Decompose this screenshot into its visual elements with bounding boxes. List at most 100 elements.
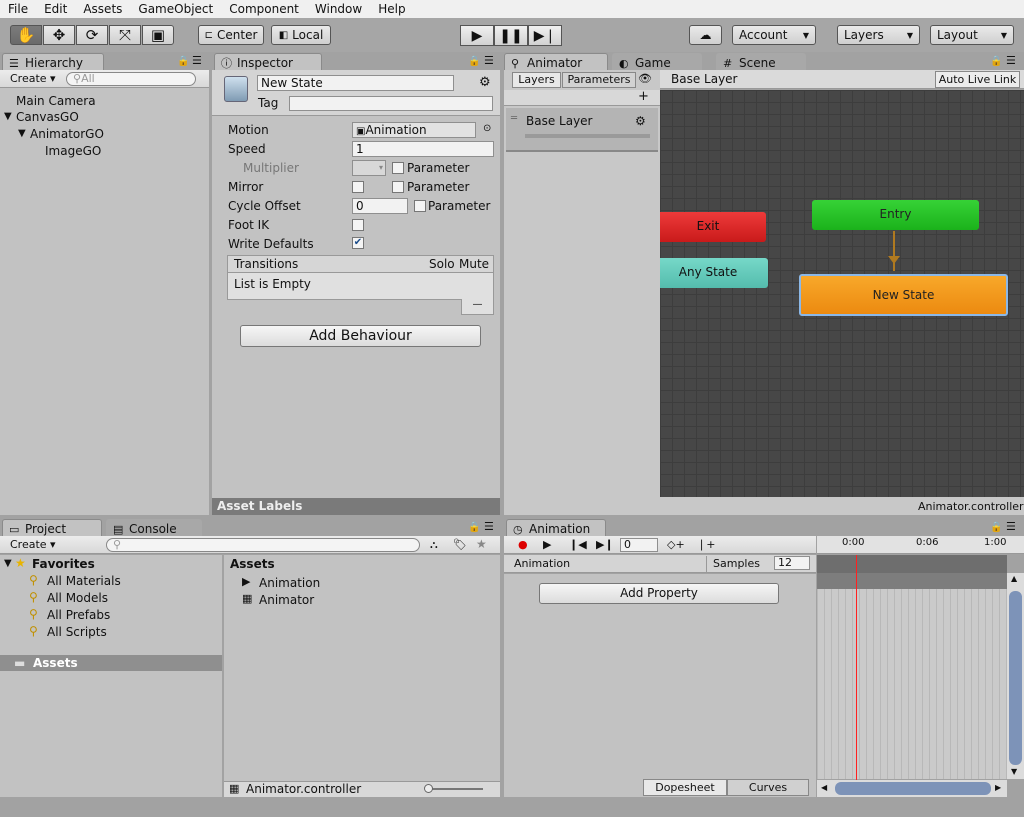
dopesheet-tab[interactable]: Dopesheet <box>643 779 727 796</box>
any-state-node[interactable]: Any State <box>660 258 768 288</box>
step-button[interactable]: ▶❘ <box>528 25 562 46</box>
tab-game[interactable]: ◐ Game <box>612 53 702 71</box>
panel-menu-icon[interactable]: ☰ <box>484 520 494 533</box>
move-tool-icon[interactable]: ✥ <box>43 25 75 45</box>
parameters-tab[interactable]: Parameters <box>562 72 636 88</box>
frame-field[interactable]: 0 <box>620 538 658 552</box>
state-name-field[interactable]: New State <box>257 75 454 91</box>
layers-dropdown[interactable]: Layers ▼ <box>837 25 920 45</box>
breadcrumb[interactable]: Base Layer <box>671 72 738 86</box>
hierarchy-item[interactable]: Main Camera <box>16 94 96 108</box>
scroll-down-icon[interactable]: ▼ <box>1011 767 1017 776</box>
tab-hierarchy[interactable]: ☰ Hierarchy <box>2 53 104 71</box>
samples-field[interactable]: 12 <box>774 556 810 570</box>
filter-by-type-icon[interactable]: ⛬ <box>430 538 438 552</box>
menu-gameobject[interactable]: GameObject <box>130 0 221 18</box>
panel-menu-icon[interactable]: ☰ <box>1006 54 1016 67</box>
lock-icon[interactable]: 🔒 <box>468 522 480 533</box>
tab-scene[interactable]: # Scene <box>716 53 806 71</box>
filter-by-label-icon[interactable]: 🏷 <box>453 538 467 551</box>
favorite-item[interactable]: All Models <box>47 591 108 605</box>
rect-tool-icon[interactable]: ▣ <box>142 25 174 45</box>
gear-icon[interactable]: ⚙ <box>479 75 491 90</box>
add-property-button[interactable]: Add Property <box>539 583 779 604</box>
slider-thumb[interactable] <box>424 784 433 793</box>
object-picker-icon[interactable]: ⊙ <box>483 123 491 134</box>
pivot-local-button[interactable]: ◧ Local <box>271 25 331 45</box>
asset-labels-bar[interactable]: Asset Labels <box>212 498 500 515</box>
hierarchy-create-button[interactable]: Create ▾ <box>10 71 56 87</box>
asset-item[interactable]: Animation <box>259 576 320 590</box>
tab-animator[interactable]: ⚲ Animator <box>504 53 608 71</box>
star-icon[interactable]: ★ <box>476 537 487 551</box>
curves-tab[interactable]: Curves <box>727 779 809 796</box>
tab-inspector[interactable]: ⓘ Inspector <box>214 53 322 71</box>
tab-console[interactable]: ▤ Console <box>106 519 202 537</box>
rotate-tool-icon[interactable]: ⟳ <box>76 25 108 45</box>
expand-arrow-icon[interactable]: ▼ <box>4 111 12 122</box>
add-behaviour-button[interactable]: Add Behaviour <box>240 325 481 347</box>
drag-handle-icon[interactable]: ═ <box>511 113 517 124</box>
playhead[interactable] <box>856 555 857 782</box>
animator-graph[interactable]: Exit Any State Entry New State <box>660 90 1024 497</box>
cycle-offset-parameter-checkbox[interactable] <box>414 200 426 212</box>
play-icon[interactable]: ▶ <box>543 538 551 551</box>
lock-icon[interactable]: 🔒 <box>990 56 1002 67</box>
panel-menu-icon[interactable]: ☰ <box>484 54 494 67</box>
motion-field[interactable]: ▣Animation <box>352 122 476 138</box>
expand-arrow-icon[interactable]: ▼ <box>4 558 12 569</box>
remove-transition-button[interactable]: — <box>461 299 494 315</box>
icon-size-slider[interactable] <box>428 788 483 790</box>
entry-transition-arrow[interactable] <box>893 231 895 271</box>
eye-icon[interactable]: 👁 <box>638 72 652 85</box>
timeline-grid[interactable] <box>817 589 1007 779</box>
hierarchy-item[interactable]: ImageGO <box>45 144 101 158</box>
record-icon[interactable]: ● <box>518 538 528 551</box>
expand-arrow-icon[interactable]: ▼ <box>18 128 26 139</box>
auto-live-link-button[interactable]: Auto Live Link <box>935 71 1020 88</box>
add-event-icon[interactable]: ❘+ <box>697 538 715 551</box>
scroll-up-icon[interactable]: ▲ <box>1011 574 1017 583</box>
multiplier-dropdown[interactable]: ▾ <box>352 160 386 176</box>
next-keyframe-icon[interactable]: ▶❙ <box>596 538 614 551</box>
cloud-icon[interactable]: ☁ <box>689 25 722 45</box>
panel-menu-icon[interactable]: ☰ <box>1006 520 1016 533</box>
play-button[interactable]: ▶ <box>460 25 494 46</box>
add-layer-button[interactable]: + <box>638 89 649 104</box>
pivot-center-button[interactable]: ⊏ Center <box>198 25 264 45</box>
layers-tab[interactable]: Layers <box>512 72 561 88</box>
add-keyframe-icon[interactable]: ◇+ <box>667 538 685 551</box>
menu-file[interactable]: File <box>0 0 36 18</box>
tag-field[interactable] <box>289 96 493 111</box>
favorites-label[interactable]: Favorites <box>32 557 95 571</box>
asset-item[interactable]: Animator <box>259 593 314 607</box>
layout-dropdown[interactable]: Layout ▼ <box>930 25 1014 45</box>
hierarchy-search-input[interactable]: ⚲All <box>66 72 196 86</box>
write-defaults-checkbox[interactable]: ✔ <box>352 237 364 249</box>
favorite-item[interactable]: All Prefabs <box>47 608 110 622</box>
mirror-parameter-checkbox[interactable] <box>392 181 404 193</box>
favorite-item[interactable]: All Scripts <box>47 625 107 639</box>
menu-edit[interactable]: Edit <box>36 0 75 18</box>
favorite-item[interactable]: All Materials <box>47 574 121 588</box>
tab-animation[interactable]: ◷ Animation <box>506 519 606 537</box>
account-dropdown[interactable]: Account ▼ <box>732 25 816 45</box>
tab-project[interactable]: ▭ Project <box>2 519 102 537</box>
lock-icon[interactable]: 🔒 <box>990 522 1002 533</box>
project-create-button[interactable]: Create ▾ <box>10 537 56 553</box>
cycle-offset-field[interactable]: 0 <box>352 198 408 214</box>
scroll-thumb[interactable] <box>1009 591 1022 765</box>
lock-icon[interactable]: 🔒 <box>177 56 189 67</box>
scroll-left-icon[interactable]: ◀ <box>821 783 827 792</box>
mirror-checkbox[interactable] <box>352 181 364 193</box>
menu-help[interactable]: Help <box>370 0 413 18</box>
menu-window[interactable]: Window <box>307 0 370 18</box>
new-state-node[interactable]: New State <box>799 274 1008 316</box>
exit-node[interactable]: Exit <box>660 212 766 242</box>
panel-menu-icon[interactable]: ☰ <box>192 54 202 67</box>
multiplier-parameter-checkbox[interactable] <box>392 162 404 174</box>
scale-tool-icon[interactable]: ⤧ <box>109 25 141 45</box>
project-search-input[interactable]: ⚲ <box>106 538 420 552</box>
speed-field[interactable]: 1 <box>352 141 494 157</box>
entry-node[interactable]: Entry <box>812 200 979 230</box>
